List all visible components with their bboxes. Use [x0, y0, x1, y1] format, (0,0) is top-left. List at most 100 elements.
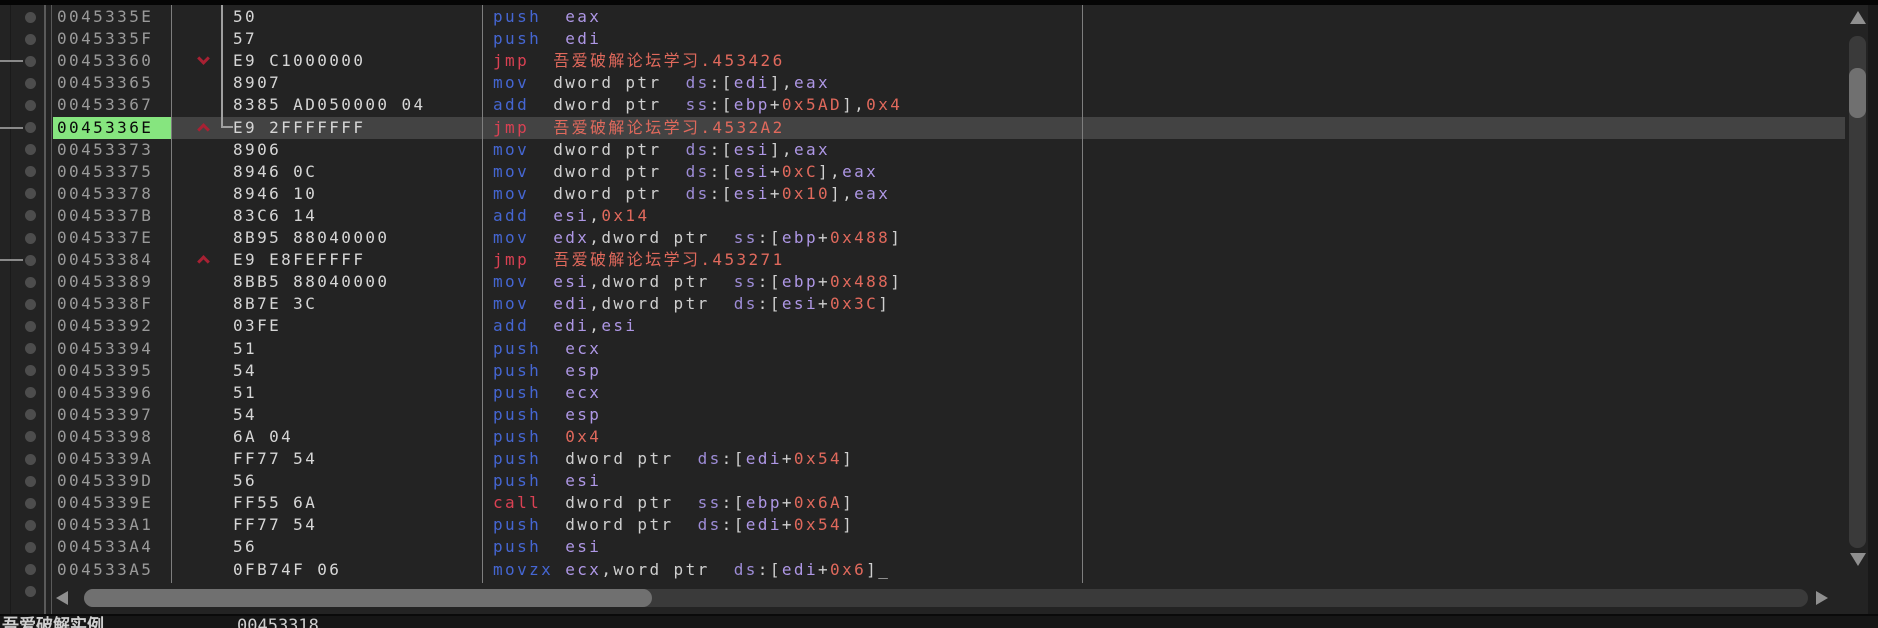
- breakpoint-dot[interactable]: [25, 409, 36, 420]
- instruction-token: push: [493, 537, 541, 556]
- breakpoint-dot[interactable]: [25, 100, 36, 111]
- scroll-up-icon[interactable]: [1850, 11, 1866, 24]
- instruction-token: [541, 493, 565, 512]
- instruction-token: 0x3C: [830, 294, 878, 313]
- disasm-row[interactable]: 0045339203FEadd edi,esi: [53, 315, 1845, 337]
- disasm-row[interactable]: 004533898BB5 88040000mov esi,dword ptr s…: [53, 271, 1845, 293]
- instruction-token: mov: [493, 184, 529, 203]
- bytes-cell: 03FE: [233, 315, 281, 337]
- breakpoint-dot[interactable]: [25, 476, 36, 487]
- instruction-token: +: [770, 162, 782, 181]
- status-address-text: 00453318: [237, 616, 319, 628]
- breakpoint-dot[interactable]: [25, 365, 36, 376]
- instruction-token: ,: [782, 73, 794, 92]
- instruction-cell: push dword ptr ds:[edi+0x54]: [493, 448, 854, 470]
- instruction-token: push: [493, 29, 541, 48]
- breakpoint-dot[interactable]: [25, 299, 36, 310]
- instruction-token: ]: [842, 515, 854, 534]
- breakpoint-dot[interactable]: [25, 321, 36, 332]
- instruction-token: ]: [842, 449, 854, 468]
- instruction-token: ebp: [782, 228, 818, 247]
- disasm-row[interactable]: 0045339D56push esi: [53, 470, 1845, 492]
- disasm-row[interactable]: 004533788946 10mov dword ptr ds:[esi+0x1…: [53, 183, 1845, 205]
- breakpoint-dot[interactable]: [25, 277, 36, 288]
- breakpoint-dot[interactable]: [25, 542, 36, 553]
- horizontal-scrollbar-thumb[interactable]: [84, 589, 652, 607]
- instruction-cell: mov dword ptr ds:[esi+0xC],eax: [493, 161, 878, 183]
- breakpoint-dot[interactable]: [25, 12, 36, 23]
- address-cell: 0045339E: [53, 492, 233, 514]
- instruction-token: edi: [565, 29, 601, 48]
- vertical-scrollbar-thumb[interactable]: [1849, 68, 1866, 118]
- instruction-token: edi: [746, 515, 782, 534]
- top-border: [0, 0, 1878, 5]
- instruction-token: push: [493, 383, 541, 402]
- instruction-token: +: [770, 184, 782, 203]
- instruction-cell: mov dword ptr ds:[edi],eax: [493, 72, 830, 94]
- scroll-right-icon[interactable]: [1816, 591, 1828, 605]
- breakpoint-dot[interactable]: [25, 498, 36, 509]
- disasm-row[interactable]: 004533A50FB74F 06movzx ecx,word ptr ds:[…: [53, 559, 1845, 581]
- disasm-row[interactable]: 0045335E50push eax: [53, 6, 1845, 28]
- jump-row-marker: [0, 127, 23, 129]
- breakpoint-dot[interactable]: [25, 34, 36, 45]
- disasm-row[interactable]: 004533A456push esi: [53, 536, 1845, 558]
- instruction-token: [553, 560, 565, 579]
- jump-path-line: [221, 5, 223, 127]
- breakpoint-dot[interactable]: [25, 166, 36, 177]
- disasm-row[interactable]: 0045339451push ecx: [53, 338, 1845, 360]
- disasm-row[interactable]: 004533986A 04push 0x4: [53, 426, 1845, 448]
- panel-left-border: [44, 5, 46, 614]
- instruction-token: [: [770, 294, 782, 313]
- disasm-row[interactable]: 0045339651push ecx: [53, 382, 1845, 404]
- instruction-token: +: [782, 449, 794, 468]
- disasm-row[interactable]: 0045339754push esp: [53, 404, 1845, 426]
- scroll-down-icon[interactable]: [1850, 553, 1866, 566]
- instruction-token: [529, 118, 553, 137]
- breakpoint-dot[interactable]: [25, 586, 36, 597]
- breakpoint-dot[interactable]: [25, 188, 36, 199]
- disasm-row[interactable]: 004533658907mov dword ptr ds:[edi],eax: [53, 72, 1845, 94]
- disasm-row[interactable]: 0045339AFF77 54push dword ptr ds:[edi+0x…: [53, 448, 1845, 470]
- breakpoint-dot[interactable]: [25, 520, 36, 531]
- disasm-row[interactable]: 0045338F8B7E 3Cmov edi,dword ptr ds:[esi…: [53, 293, 1845, 315]
- breakpoint-dot[interactable]: [25, 454, 36, 465]
- disasm-row[interactable]: 0045337B83C6 14add esi,0x14: [53, 205, 1845, 227]
- breakpoint-dot[interactable]: [25, 210, 36, 221]
- instruction-token: :: [758, 294, 770, 313]
- breakpoint-dot[interactable]: [25, 122, 36, 133]
- address-cell: 0045339A: [53, 448, 233, 470]
- disasm-row[interactable]: 0045337E8B95 88040000mov edx,dword ptr s…: [53, 227, 1845, 249]
- breakpoint-dot[interactable]: [25, 431, 36, 442]
- instruction-token: :: [710, 95, 722, 114]
- breakpoint-dot[interactable]: [25, 233, 36, 244]
- breakpoint-dot[interactable]: [25, 255, 36, 266]
- disasm-row[interactable]: 004533738906mov dword ptr ds:[esi],eax: [53, 139, 1845, 161]
- disasm-row[interactable]: 00453360E9 C1000000jmp 吾爱破解论坛学习.453426: [53, 50, 1845, 72]
- instruction-token: eax: [565, 7, 601, 26]
- disasm-row[interactable]: 0045336EE9 2FFFFFFFjmp 吾爱破解论坛学习.4532A2: [53, 117, 1845, 139]
- disasm-row[interactable]: 0045339EFF55 6Acall dword ptr ss:[ebp+0x…: [53, 492, 1845, 514]
- bytes-cell: 8385 AD050000 04: [233, 94, 426, 116]
- disasm-row[interactable]: 0045335F57push edi: [53, 28, 1845, 50]
- disasm-row[interactable]: 00453384E9 E8FEFFFFjmp 吾爱破解论坛学习.453271: [53, 249, 1845, 271]
- disasm-row[interactable]: 004533758946 0Cmov dword ptr ds:[esi+0xC…: [53, 161, 1845, 183]
- breakpoint-dot[interactable]: [25, 387, 36, 398]
- instruction-token: [: [770, 560, 782, 579]
- instruction-token: 0x4: [565, 427, 601, 446]
- instruction-cell: push ecx: [493, 382, 601, 404]
- instruction-token: push: [493, 427, 541, 446]
- bytes-cell: FF77 54: [233, 514, 317, 536]
- scroll-left-icon[interactable]: [56, 591, 68, 605]
- disasm-row[interactable]: 0045339554push esp: [53, 360, 1845, 382]
- breakpoint-dot[interactable]: [25, 56, 36, 67]
- disasm-row[interactable]: 004533678385 AD050000 04add dword ptr ss…: [53, 94, 1845, 116]
- breakpoint-dot[interactable]: [25, 343, 36, 354]
- breakpoint-dot[interactable]: [25, 78, 36, 89]
- jump-direction-up-icon: [197, 123, 210, 136]
- breakpoint-dot[interactable]: [25, 144, 36, 155]
- disasm-row[interactable]: 004533A1FF77 54push dword ptr ds:[edi+0x…: [53, 514, 1845, 536]
- address-cell: 00453389: [53, 271, 233, 293]
- instruction-token: :: [710, 184, 722, 203]
- breakpoint-dot[interactable]: [25, 564, 36, 575]
